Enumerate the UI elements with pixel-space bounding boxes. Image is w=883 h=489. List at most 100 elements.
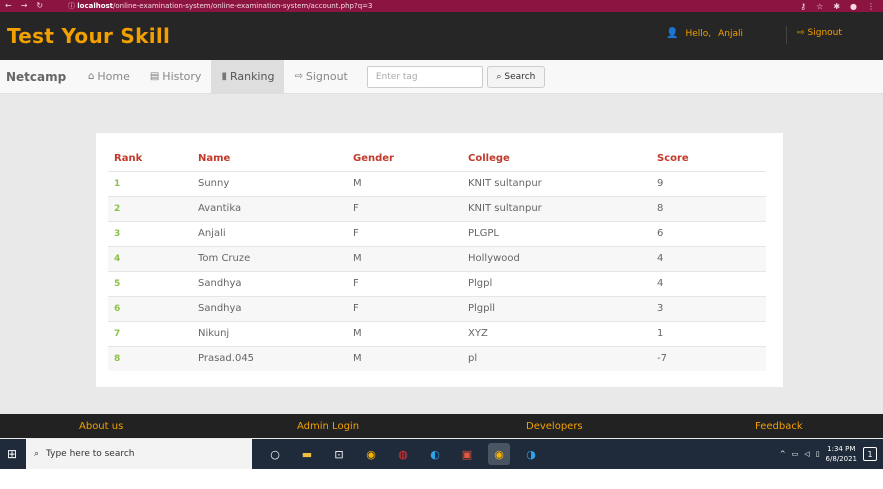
score-cell: 4 bbox=[651, 270, 766, 296]
gender-cell: F bbox=[347, 295, 462, 321]
url-path: /online-examination-system/online-examin… bbox=[113, 2, 373, 10]
taskbar-search[interactable]: ⌕ Type here to search bbox=[26, 439, 252, 469]
nav-signout[interactable]: ⇨ Signout bbox=[284, 60, 357, 94]
gender-cell: M bbox=[347, 245, 462, 271]
menu-icon[interactable]: ⋮ bbox=[867, 2, 875, 11]
home-icon: ⌂ bbox=[88, 71, 95, 82]
browser-actions: ⚷ ☆ ✱ ● ⋮ bbox=[800, 2, 883, 11]
info-icon[interactable]: ⓘ bbox=[68, 2, 75, 10]
windows-start-icon[interactable]: ⊞ bbox=[0, 439, 24, 469]
header-gender: Gender bbox=[353, 152, 394, 164]
score-cell: 4 bbox=[651, 245, 766, 271]
xampp-icon[interactable]: ▣ bbox=[456, 443, 478, 465]
greeting-text: Hello, bbox=[685, 28, 712, 39]
star-icon[interactable]: ☆ bbox=[816, 2, 823, 11]
edge-icon[interactable]: ◐ bbox=[424, 443, 446, 465]
rank-cell: 5 bbox=[108, 270, 192, 296]
site-footer: About us Admin Login Developers Feedback bbox=[0, 414, 883, 438]
header-divider bbox=[786, 26, 787, 44]
ranking-panel: Rank Name Gender College Score 1 Sunny M… bbox=[96, 133, 783, 387]
table-row: 6 Sandhya F Plgpll 3 bbox=[108, 295, 766, 321]
browser-toolbar: ← → ↻ ⓘ localhost/online-examination-sys… bbox=[0, 0, 883, 12]
app-icon[interactable]: ◍ bbox=[392, 443, 414, 465]
search-button[interactable]: ⌕ Search bbox=[486, 65, 545, 88]
header-college: College bbox=[468, 152, 510, 164]
address-bar[interactable]: ⓘ localhost/online-examination-system/on… bbox=[68, 1, 800, 11]
nav-home[interactable]: ⌂ Home bbox=[78, 60, 140, 94]
key-icon[interactable]: ⚷ bbox=[800, 2, 806, 11]
college-cell: XYZ bbox=[462, 320, 651, 346]
forward-icon[interactable]: → bbox=[21, 2, 28, 10]
gender-cell: M bbox=[347, 345, 462, 371]
gender-cell: F bbox=[347, 220, 462, 246]
rank-cell: 8 bbox=[108, 345, 192, 371]
nav-history[interactable]: ▤ History bbox=[140, 60, 212, 94]
name-cell: Sunny bbox=[192, 170, 347, 196]
footer-about-link[interactable]: About us bbox=[79, 421, 123, 432]
college-cell: KNIT sultanpur bbox=[462, 170, 651, 196]
gender-cell: M bbox=[347, 320, 462, 346]
tag-search-input[interactable]: Enter tag bbox=[366, 65, 483, 88]
page-bottom-margin bbox=[0, 469, 883, 489]
footer-developers-link[interactable]: Developers bbox=[526, 421, 583, 432]
score-cell: 1 bbox=[651, 320, 766, 346]
user-icon: 👤 bbox=[666, 28, 679, 39]
profile-icon[interactable]: ● bbox=[850, 2, 857, 11]
signout-icon: ⇨ bbox=[797, 28, 805, 38]
score-cell: 6 bbox=[651, 220, 766, 246]
site-header: Test Your Skill 👤 Hello, Anjali ⇨ Signou… bbox=[0, 12, 883, 60]
score-cell: -7 bbox=[651, 345, 766, 371]
rank-cell: 1 bbox=[108, 170, 192, 196]
footer-admin-login-link[interactable]: Admin Login bbox=[297, 421, 359, 432]
nav-signout-label: Signout bbox=[305, 70, 348, 83]
search-button-label: Search bbox=[504, 71, 536, 82]
score-cell: 9 bbox=[651, 170, 766, 196]
network-icon[interactable]: ▭ bbox=[792, 450, 799, 458]
header-name: Name bbox=[198, 152, 231, 164]
table-row: 8 Prasad.045 M pl -7 bbox=[108, 345, 766, 371]
clock-date: 6/8/2021 bbox=[825, 455, 857, 463]
score-cell: 3 bbox=[651, 295, 766, 321]
header-signout-label: Signout bbox=[807, 28, 842, 38]
reload-icon[interactable]: ↻ bbox=[36, 2, 43, 10]
back-icon[interactable]: ← bbox=[5, 2, 12, 10]
signout-icon: ⇨ bbox=[294, 71, 303, 82]
rank-cell: 3 bbox=[108, 220, 192, 246]
store-icon[interactable]: ⊡ bbox=[328, 443, 350, 465]
rank-cell: 2 bbox=[108, 195, 192, 221]
notification-icon[interactable]: 1 bbox=[863, 447, 877, 461]
search-icon: ⌕ bbox=[34, 449, 40, 459]
extensions-icon[interactable]: ✱ bbox=[833, 2, 840, 11]
navbar-brand[interactable]: Netcamp bbox=[0, 70, 78, 84]
user-greeting[interactable]: 👤 Hello, Anjali bbox=[666, 28, 743, 39]
rank-cell: 6 bbox=[108, 295, 192, 321]
college-cell: Hollywood bbox=[462, 245, 651, 271]
file-explorer-icon[interactable]: ▬ bbox=[296, 443, 318, 465]
header-signout-link[interactable]: ⇨ Signout bbox=[797, 28, 842, 38]
nav-ranking-label: Ranking bbox=[229, 70, 275, 83]
header-rank: Rank bbox=[114, 152, 143, 164]
url-host: localhost bbox=[77, 2, 114, 10]
navbar: Netcamp ⌂ Home ▤ History ▮ Ranking ⇨ Sig… bbox=[0, 59, 883, 94]
windows-taskbar: ⊞ ⌕ Type here to search ○ ▬ ⊡ ◉ ◍ ◐ ▣ ◉ … bbox=[0, 439, 883, 469]
footer-feedback-link[interactable]: Feedback bbox=[755, 421, 803, 432]
edge-icon[interactable]: ◑ bbox=[520, 443, 542, 465]
chrome-active-icon[interactable]: ◉ bbox=[488, 443, 510, 465]
task-view-icon[interactable]: ○ bbox=[264, 443, 286, 465]
volume-icon[interactable]: ◁ bbox=[804, 450, 809, 458]
username: Anjali bbox=[718, 28, 744, 39]
browser-nav: ← → ↻ bbox=[0, 2, 68, 10]
clock-time: 1:34 PM bbox=[827, 445, 856, 453]
taskbar-search-placeholder: Type here to search bbox=[46, 449, 135, 459]
site-title: Test Your Skill bbox=[7, 24, 171, 48]
taskbar-clock[interactable]: 1:34 PM 6/8/2021 bbox=[826, 444, 857, 464]
chrome-icon[interactable]: ◉ bbox=[360, 443, 382, 465]
college-cell: pl bbox=[462, 345, 651, 371]
name-cell: Prasad.045 bbox=[192, 345, 347, 371]
nav-ranking[interactable]: ▮ Ranking bbox=[211, 59, 285, 94]
gender-cell: F bbox=[347, 195, 462, 221]
battery-icon[interactable]: ▯ bbox=[816, 450, 820, 458]
table-row: 3 Anjali F PLGPL 6 bbox=[108, 220, 766, 246]
chevron-up-icon[interactable]: ^ bbox=[780, 450, 786, 458]
college-cell: PLGPL bbox=[462, 220, 651, 246]
